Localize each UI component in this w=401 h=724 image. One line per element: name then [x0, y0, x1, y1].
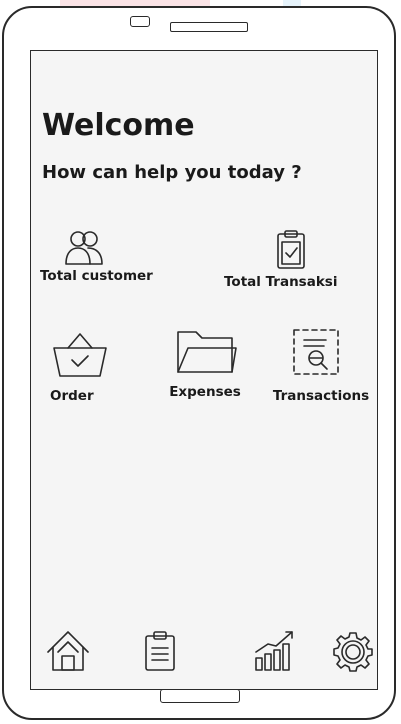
expenses-label: Expenses	[169, 384, 241, 400]
total-transaksi-label: Total Transaksi	[224, 274, 338, 290]
transactions-tile[interactable]: Transactions	[266, 326, 376, 404]
page-subtitle: How can help you today ?	[42, 162, 302, 183]
chart-icon	[255, 631, 293, 671]
clipboard-check-icon	[277, 230, 305, 269]
order-label: Order	[50, 388, 94, 404]
gear-icon	[333, 632, 373, 672]
clipboard-list-icon	[145, 631, 175, 671]
nav-home[interactable]	[46, 630, 90, 676]
users-icon	[65, 231, 103, 265]
total-customer-tile[interactable]: Total customer	[40, 228, 170, 284]
page-title: Welcome	[42, 108, 195, 143]
basket-icon	[53, 333, 107, 377]
home-icon	[47, 631, 89, 671]
document-search-icon	[293, 329, 339, 375]
transactions-label: Transactions	[272, 388, 370, 404]
total-transaksi-tile[interactable]: Total Transaksi	[224, 228, 364, 290]
folder-icon	[177, 331, 237, 373]
nav-reports[interactable]	[142, 630, 178, 676]
speaker	[170, 22, 248, 32]
home-button[interactable]	[160, 689, 240, 703]
order-tile[interactable]: Order	[46, 330, 116, 404]
nav-settings[interactable]	[332, 630, 374, 676]
camera	[130, 16, 150, 27]
nav-analytics[interactable]	[252, 628, 298, 676]
expenses-tile[interactable]: Expenses	[160, 326, 250, 400]
total-customer-label: Total customer	[40, 268, 153, 284]
